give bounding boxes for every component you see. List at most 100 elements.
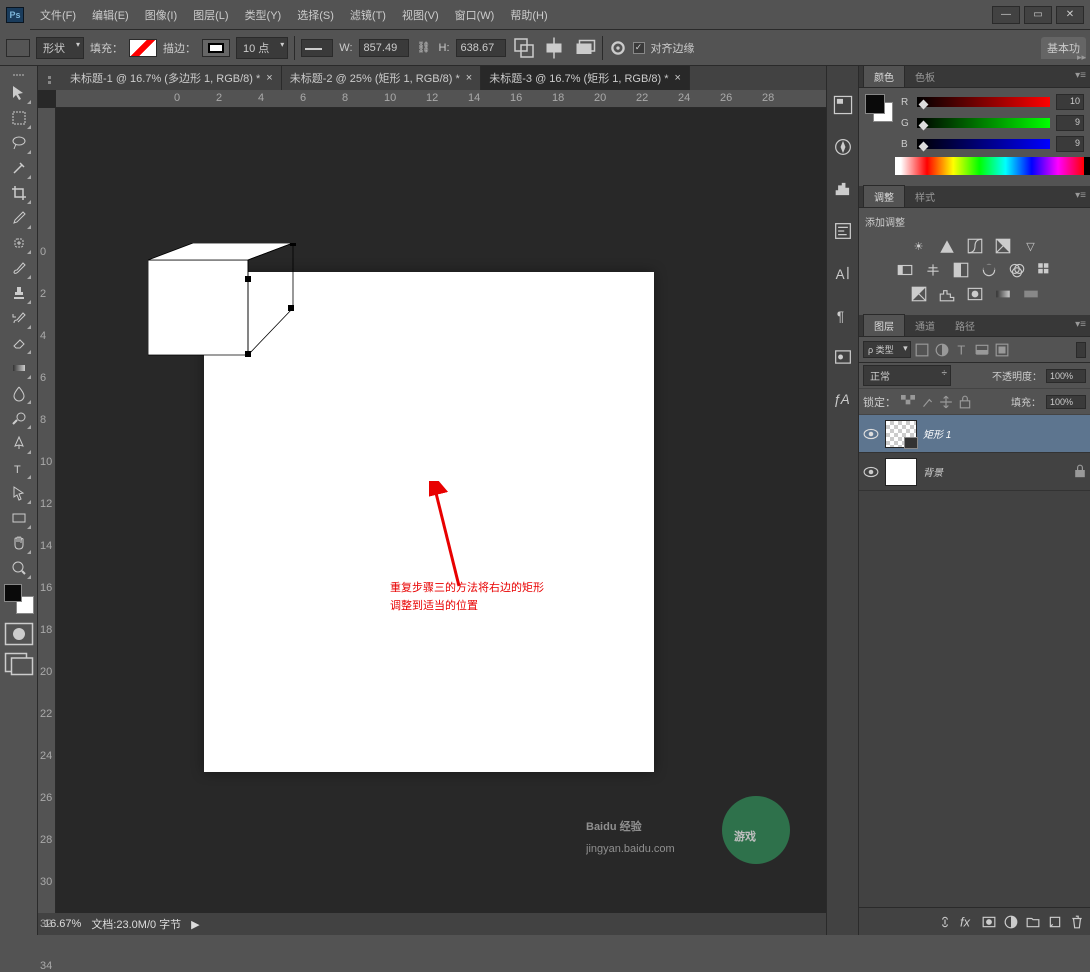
- menu-file[interactable]: 文件(F): [32, 1, 84, 29]
- magic-wand-tool[interactable]: [6, 155, 32, 180]
- delete-layer-icon[interactable]: [1070, 915, 1084, 929]
- eraser-tool[interactable]: [6, 330, 32, 355]
- tool-preset[interactable]: [6, 39, 30, 57]
- maximize-button[interactable]: ▭: [1024, 6, 1052, 24]
- menu-image[interactable]: 图像(I): [137, 1, 185, 29]
- tab-adjustments[interactable]: 调整: [863, 185, 905, 207]
- filter-type-icon[interactable]: T: [955, 343, 969, 357]
- lasso-tool[interactable]: [6, 130, 32, 155]
- document-tab-2[interactable]: 未标题-2 @ 25% (矩形 1, RGB/8) *×: [282, 66, 482, 90]
- close-icon[interactable]: ×: [466, 72, 472, 84]
- color-picker-tool[interactable]: [4, 584, 34, 614]
- tab-swatches[interactable]: 色板: [905, 66, 945, 87]
- path-combine-icon[interactable]: [512, 36, 536, 60]
- exposure-icon[interactable]: [994, 237, 1012, 255]
- gradientmap-icon[interactable]: [994, 285, 1012, 303]
- stamp-tool[interactable]: [6, 280, 32, 305]
- character-panel-icon[interactable]: A: [832, 262, 854, 284]
- stroke-swatch[interactable]: [202, 39, 230, 57]
- lock-image-icon[interactable]: [920, 395, 934, 409]
- selectivecolor-icon[interactable]: [1022, 285, 1040, 303]
- tab-channels[interactable]: 通道: [905, 315, 945, 336]
- brushes-panel-icon[interactable]: [832, 346, 854, 368]
- glyphs-panel-icon[interactable]: ƒA: [832, 388, 854, 410]
- close-icon[interactable]: ×: [675, 72, 681, 84]
- r-slider[interactable]: [917, 97, 1050, 107]
- lock-position-icon[interactable]: [939, 395, 953, 409]
- collapse-icon[interactable]: ▸▸: [1077, 52, 1086, 63]
- visibility-icon[interactable]: [863, 426, 879, 442]
- group-icon[interactable]: [1026, 915, 1040, 929]
- menu-type[interactable]: 类型(Y): [237, 1, 290, 29]
- zoom-tool[interactable]: [6, 555, 32, 580]
- marquee-tool[interactable]: [6, 105, 32, 130]
- path-select-tool[interactable]: [6, 480, 32, 505]
- toolbox-grip[interactable]: [4, 70, 34, 80]
- panel-menu-icon[interactable]: ▾≡: [1075, 319, 1086, 330]
- hue-icon[interactable]: [896, 261, 914, 279]
- blur-tool[interactable]: [6, 380, 32, 405]
- histogram-panel-icon[interactable]: [832, 178, 854, 200]
- lock-all-icon[interactable]: [958, 395, 972, 409]
- color-spectrum[interactable]: [895, 157, 1090, 175]
- panel-menu-icon[interactable]: ▾≡: [1075, 190, 1086, 201]
- r-value[interactable]: 10: [1056, 94, 1084, 110]
- move-tool[interactable]: [6, 80, 32, 105]
- menu-edit[interactable]: 编辑(E): [84, 1, 137, 29]
- colorlookup-icon[interactable]: [1036, 261, 1054, 279]
- link-icon[interactable]: ⛓: [415, 39, 433, 57]
- menu-select[interactable]: 选择(S): [289, 1, 342, 29]
- bw-icon[interactable]: [952, 261, 970, 279]
- filter-toggle-switch[interactable]: [1076, 342, 1086, 358]
- eyedropper-tool[interactable]: [6, 205, 32, 230]
- foreground-color[interactable]: [4, 584, 22, 602]
- adjustment-layer-icon[interactable]: [1004, 915, 1018, 929]
- tab-layers[interactable]: 图层: [863, 314, 905, 336]
- shape-mode-dropdown[interactable]: 形状: [36, 37, 84, 59]
- rectangle-tool[interactable]: [6, 505, 32, 530]
- filter-adjust-icon[interactable]: [935, 343, 949, 357]
- layer-row[interactable]: 背景: [859, 453, 1090, 491]
- layer-thumbnail[interactable]: [885, 420, 917, 448]
- vector-shape[interactable]: [148, 243, 298, 365]
- g-value[interactable]: 9: [1056, 115, 1084, 131]
- panel-menu-icon[interactable]: ▾≡: [1075, 70, 1086, 81]
- brightness-icon[interactable]: ☀: [910, 237, 928, 255]
- menu-help[interactable]: 帮助(H): [502, 1, 555, 29]
- canvas-viewport[interactable]: 重复步骤三的方法将右边的矩形 调整到适当的位置 Baidu 经验 jingyan…: [56, 108, 826, 913]
- pen-tool[interactable]: [6, 430, 32, 455]
- levels-icon[interactable]: [938, 237, 956, 255]
- tab-styles[interactable]: 样式: [905, 186, 945, 207]
- gear-icon[interactable]: [609, 39, 627, 57]
- minimize-button[interactable]: —: [992, 6, 1020, 24]
- navigator-panel-icon[interactable]: [832, 136, 854, 158]
- fill-swatch[interactable]: [129, 39, 157, 57]
- invert-icon[interactable]: [910, 285, 928, 303]
- filter-shape-icon[interactable]: [975, 343, 989, 357]
- filter-pixel-icon[interactable]: [915, 343, 929, 357]
- hand-tool[interactable]: [6, 530, 32, 555]
- photofilter-icon[interactable]: [980, 261, 998, 279]
- width-input[interactable]: [359, 39, 409, 57]
- visibility-icon[interactable]: [863, 464, 879, 480]
- layer-row[interactable]: 矩形 1: [859, 415, 1090, 453]
- status-arrow[interactable]: ▶: [191, 918, 199, 931]
- opacity-input[interactable]: 100%: [1046, 369, 1086, 383]
- b-slider[interactable]: [917, 139, 1050, 149]
- layer-filter-dropdown[interactable]: ρ 类型: [863, 341, 911, 358]
- align-edges-checkbox[interactable]: ✓: [633, 42, 645, 54]
- height-input[interactable]: [456, 39, 506, 57]
- gradient-tool[interactable]: [6, 355, 32, 380]
- fg-color-swatch[interactable]: [865, 94, 885, 114]
- tab-paths[interactable]: 路径: [945, 315, 985, 336]
- properties-panel-icon[interactable]: [832, 220, 854, 242]
- paragraph-panel-icon[interactable]: ¶: [832, 304, 854, 326]
- link-layers-icon[interactable]: [938, 915, 952, 929]
- tabs-grip[interactable]: [48, 70, 56, 90]
- tab-color[interactable]: 颜色: [863, 65, 905, 87]
- threshold-icon[interactable]: [966, 285, 984, 303]
- history-brush-tool[interactable]: [6, 305, 32, 330]
- close-button[interactable]: ✕: [1056, 6, 1084, 24]
- g-slider[interactable]: [917, 118, 1050, 128]
- lock-transparent-icon[interactable]: [901, 395, 915, 409]
